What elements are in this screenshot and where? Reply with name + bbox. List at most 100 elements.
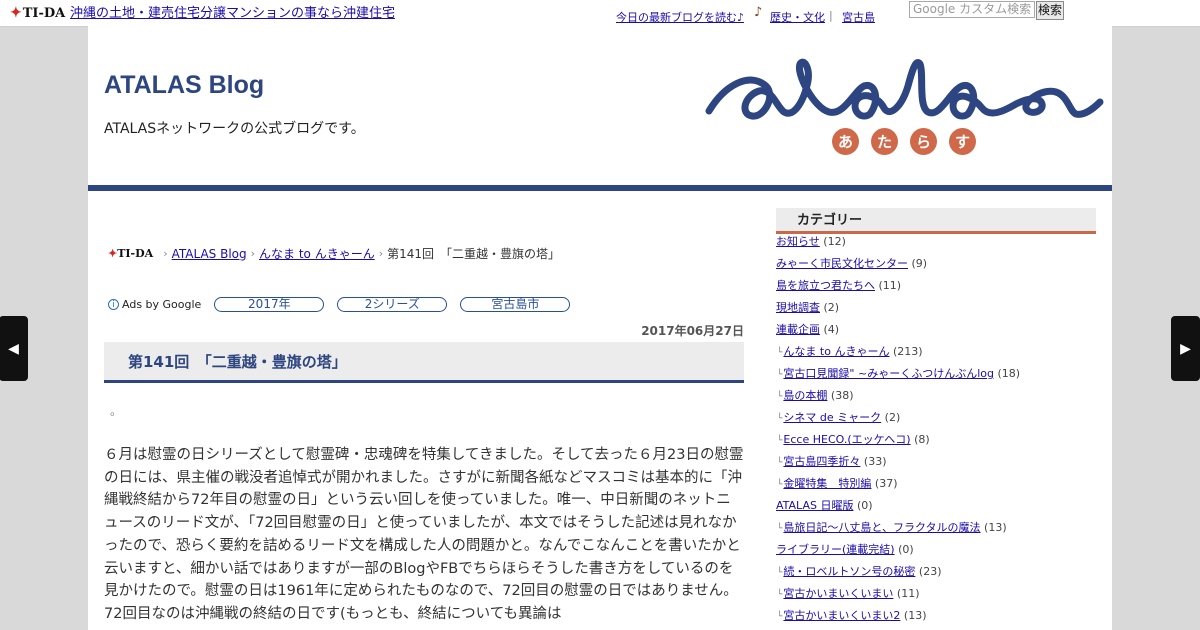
category-count: (13) [903, 609, 927, 622]
category-item: 続・ロベルトソン号の秘密 (23) [776, 561, 1096, 583]
category-count: (8) [914, 433, 930, 446]
chevron-right-icon: › [250, 247, 256, 260]
category-link[interactable]: 続・ロベルトソン号の秘密 [783, 565, 915, 578]
category-link[interactable]: Ecce HECO.(エッケヘコ) [783, 433, 910, 446]
breadcrumb-blog-link[interactable]: ATALAS Blog [172, 247, 247, 261]
category-count: (23) [918, 565, 942, 578]
chevron-left-icon: ◀ [8, 340, 19, 357]
category-count: (37) [874, 477, 898, 490]
logo-kana-a: あ [832, 128, 859, 155]
category-link[interactable]: お知らせ [776, 235, 820, 248]
category-item: 宮古かいまいくいまい2 (13) [776, 605, 1096, 627]
category-count: (0) [856, 499, 873, 512]
category-link[interactable]: 島旅日記～八丈島と、フラクタルの魔法 [783, 521, 980, 534]
category-link[interactable]: シネマ de ミャーク [783, 411, 881, 424]
logo-kana-ta: た [871, 128, 898, 155]
breadcrumb-tida-logo[interactable]: ✦TI-DA [108, 247, 153, 260]
flame-icon: ✦ [10, 5, 22, 21]
category-list: お知らせ (12) みゃーく市民文化センター (9) 島を旅立つ君たちへ (11) 現… [776, 231, 1096, 627]
ads-by-google-label[interactable]: Ads by Google [122, 298, 201, 311]
category-count: (38) [830, 389, 854, 402]
chevron-right-icon: ▶ [1180, 340, 1191, 357]
category-item: 現地調査 (2) [776, 297, 1096, 319]
blog-subtitle: ATALASネットワークの公式ブログです。 [104, 121, 365, 137]
sponsor-link[interactable]: 沖縄の土地・建売住宅分譲マンションの事なら沖建住宅 [70, 2, 395, 21]
breadcrumb-logo-text: TI-DA [117, 247, 154, 260]
category-item: ATALAS 日曜版 (0) [776, 495, 1096, 517]
category-count: (18) [997, 367, 1021, 380]
category-count: (11) [878, 279, 902, 292]
category-count: (12) [823, 235, 846, 248]
post-title[interactable]: 第141回 「二重越・豊旗の塔」 [128, 351, 347, 372]
category-link[interactable]: 宮古島四季折々 [783, 455, 860, 468]
category-item: シネマ de ミャーク (2) [776, 407, 1096, 429]
search-input[interactable]: Google カスタム検索 [909, 1, 1035, 18]
tida-logo[interactable]: ✦ TI-DA [10, 3, 65, 23]
post-title-box: 第141回 「二重越・豊旗の塔」 [104, 342, 744, 383]
post-date: 2017年06月27日 [641, 324, 744, 338]
history-culture-link[interactable]: 歴史・文化 [770, 9, 825, 25]
chevron-right-icon: › [378, 247, 384, 260]
category-item: みゃーく市民文化センター (9) [776, 253, 1096, 275]
category-item: 島を旅立つ君たちへ (11) [776, 275, 1096, 297]
breadcrumb-current: 第141回 「二重越・豊旗の塔」 [387, 247, 561, 261]
category-count: (11) [896, 587, 920, 600]
breadcrumb-category-link[interactable]: んなま to んきゃーん [259, 245, 375, 262]
category-link[interactable]: 島の本棚 [783, 389, 827, 402]
category-count: (13) [984, 521, 1007, 534]
search-button[interactable]: 検索 [1036, 1, 1064, 20]
category-link[interactable]: ATALAS 日曜版 [776, 499, 853, 512]
breadcrumb: ✦TI-DA › ATALAS Blog › んなま to んきゃーん › 第1… [108, 245, 560, 262]
category-count: (213) [892, 345, 923, 358]
category-count: (0) [898, 543, 914, 556]
header-divider [88, 185, 1112, 191]
category-link[interactable]: ライブラリー(連載完結) [776, 543, 895, 556]
category-link[interactable]: 連載企画 [776, 323, 820, 336]
prev-page-button[interactable]: ◀ [0, 316, 28, 381]
category-link[interactable]: 金曜特集 特別編 [783, 477, 871, 490]
category-count: (33) [863, 455, 887, 468]
category-link[interactable]: 島を旅立つ君たちへ [776, 279, 875, 292]
miyakojima-link[interactable]: 宮古島 [842, 9, 875, 25]
category-link[interactable]: んなま to んきゃーん [783, 345, 889, 358]
top-bar: ✦ TI-DA 沖縄の土地・建売住宅分譲マンションの事なら沖建住宅 今日の最新ブ… [0, 0, 1200, 27]
category-item: 連載企画 (4) [776, 319, 1096, 341]
next-page-button[interactable]: ▶ [1171, 316, 1200, 381]
category-item: 宮古口見聞録" ~みゃーくふつけんぶんlog (18) [776, 363, 1096, 385]
chevron-right-icon: › [163, 247, 168, 260]
category-link[interactable]: みゃーく市民文化センター [776, 257, 908, 270]
flame-icon: ✦ [108, 247, 118, 260]
category-link[interactable]: 宮古かいまいくいまい [783, 587, 893, 600]
logo-kana-su: す [949, 128, 976, 155]
category-count: (4) [823, 323, 840, 336]
logo-kana-row: あ た ら す [832, 128, 976, 155]
category-item: んなま to んきゃーん (213) [776, 341, 1096, 363]
atalas-logo-icon[interactable] [704, 46, 1104, 136]
ads-row: i Ads by Google 2017年 2シリーズ 宮古島市 [108, 297, 571, 312]
category-item: 宮古かいまいくいまい (11) [776, 583, 1096, 605]
post-dot: 。 [110, 404, 123, 418]
blog-title[interactable]: ATALAS Blog [104, 71, 264, 100]
ad-pill-2017[interactable]: 2017年 [214, 297, 325, 312]
sidebar: カテゴリー お知らせ (12) みゃーく市民文化センター (9) 島を旅立つ君たちへ… [776, 208, 1096, 627]
info-icon[interactable]: i [108, 299, 119, 310]
category-item: お知らせ (12) [776, 231, 1096, 253]
ad-pill-miyakojima[interactable]: 宮古島市 [460, 297, 571, 312]
latest-blogs-link[interactable]: 今日の最新ブログを読む♪ [616, 9, 744, 25]
ad-pill-series[interactable]: 2シリーズ [337, 297, 448, 312]
sanshin-icon: ♪ [754, 5, 763, 20]
category-count: (9) [911, 257, 928, 270]
category-count: (2) [823, 301, 840, 314]
category-item: 宮古島四季折々 (33) [776, 451, 1096, 473]
category-item: ライブラリー(連載完結) (0) [776, 539, 1096, 561]
category-link[interactable]: 宮古口見聞録" ~みゃーくふつけんぶんlog [783, 367, 994, 380]
category-link[interactable]: 宮古かいまいくいまい2 [783, 609, 900, 622]
category-item: 島旅日記～八丈島と、フラクタルの魔法 (13) [776, 517, 1096, 539]
category-item: 金曜特集 特別編 (37) [776, 473, 1096, 495]
blog-page: ATALAS Blog ATALASネットワークの公式ブログです。 あ た ら … [88, 26, 1112, 630]
tida-logo-text: TI-DA [22, 5, 66, 21]
blog-header: ATALAS Blog ATALASネットワークの公式ブログです。 あ た ら … [88, 26, 1112, 185]
logo-kana-ra: ら [910, 128, 937, 155]
category-link[interactable]: 現地調査 [776, 301, 820, 314]
post-body: ６月は慰霊の日シリーズとして慰霊碑・忠魂碑を特集してきました。そして去った６月2… [104, 447, 744, 622]
